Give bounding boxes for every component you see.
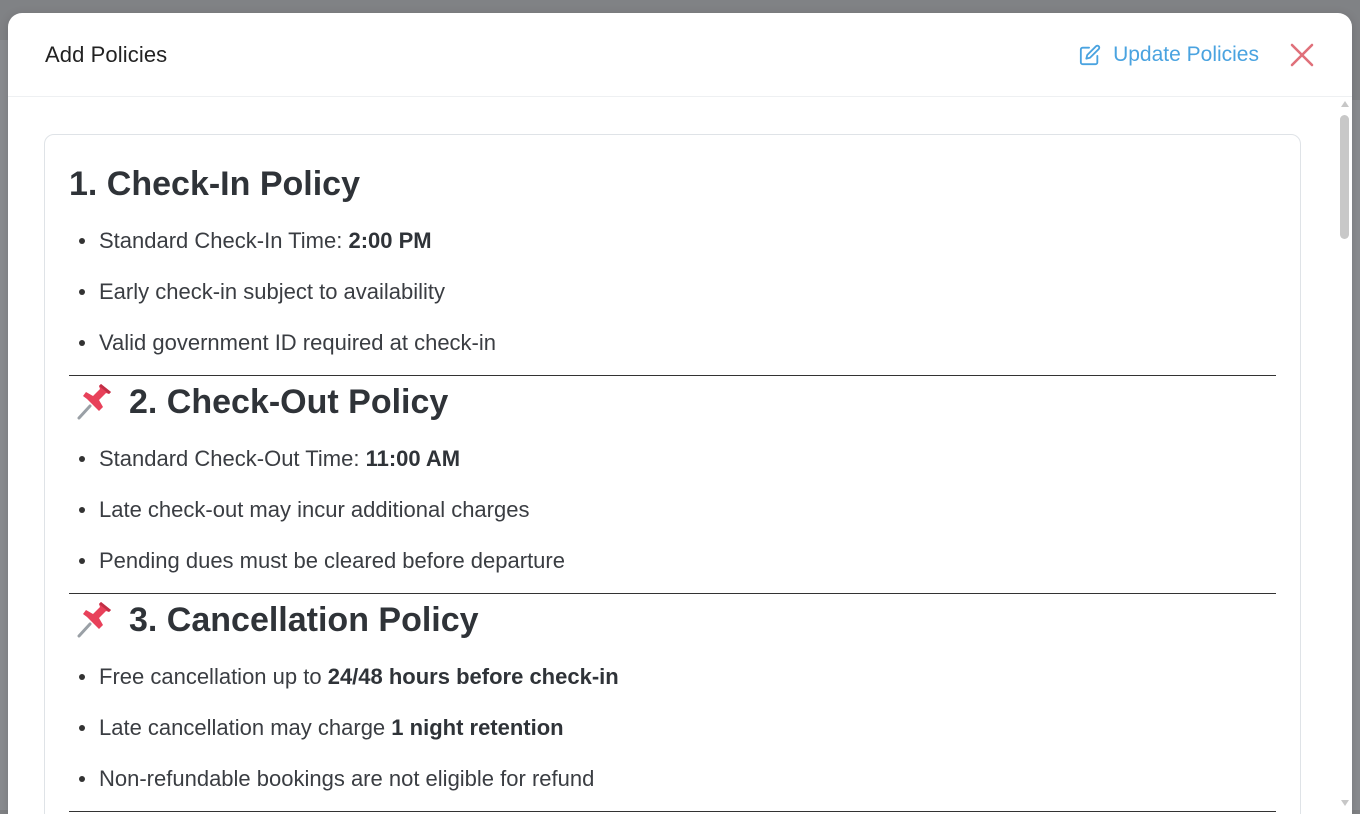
item-text: Standard Check-In Time:	[99, 228, 349, 253]
list-item: Valid government ID required at check-in	[79, 317, 1276, 368]
header-actions: Update Policies	[1079, 42, 1315, 68]
item-bold: 1 night retention	[391, 715, 564, 740]
scrollbar-thumb[interactable]	[1340, 115, 1349, 239]
policy-heading-text: 2. Check-Out Policy	[129, 382, 449, 421]
item-bold: 24/48 hours before check-in	[327, 664, 619, 689]
list-item: Late cancellation may charge 1 night ret…	[79, 702, 1276, 753]
item-text: Late cancellation may charge	[99, 715, 392, 740]
item-text: Non-refundable bookings are not eligible…	[99, 766, 595, 791]
policy-heading-text: 3. Cancellation Policy	[129, 600, 479, 639]
close-icon	[1290, 43, 1314, 66]
policy-list: Standard Check-Out Time: 11:00 AM Late c…	[69, 433, 1276, 586]
list-item: Pending dues must be cleared before depa…	[79, 535, 1276, 586]
policies-card: 1. Check-In Policy Standard Check-In Tim…	[44, 134, 1301, 814]
scroll-down-arrow-icon[interactable]	[1341, 800, 1349, 806]
policy-heading-text: 1. Check-In Policy	[69, 164, 360, 203]
vertical-scrollbar[interactable]	[1340, 101, 1350, 806]
policy-list: Standard Check-In Time: 2:00 PM Early ch…	[69, 215, 1276, 368]
policy-section-cancellation: 3. Cancellation Policy Free cancellation…	[69, 597, 1276, 804]
item-bold: 2:00 PM	[348, 228, 432, 253]
list-item: Early check-in subject to availability	[79, 266, 1276, 317]
section-divider	[69, 593, 1276, 594]
item-text: Early check-in subject to availability	[99, 279, 446, 304]
section-divider	[69, 375, 1276, 376]
list-item: Late check-out may incur additional char…	[79, 484, 1276, 535]
item-text: Free cancellation up to	[99, 664, 328, 689]
list-item: Non-refundable bookings are not eligible…	[79, 753, 1276, 804]
pushpin-icon	[77, 384, 111, 420]
add-policies-modal: Add Policies Update Policies 1. Check-In…	[8, 13, 1352, 814]
update-policies-button[interactable]: Update Policies	[1079, 43, 1259, 67]
pushpin-icon	[77, 602, 111, 638]
list-item: Standard Check-In Time: 2:00 PM	[79, 215, 1276, 266]
list-item: Standard Check-Out Time: 11:00 AM	[79, 433, 1276, 484]
scroll-up-arrow-icon[interactable]	[1341, 101, 1349, 107]
modal-title: Add Policies	[45, 41, 168, 67]
policy-section-check-in: 1. Check-In Policy Standard Check-In Tim…	[69, 161, 1276, 368]
item-text: Valid government ID required at check-in	[99, 330, 497, 355]
close-button[interactable]	[1289, 42, 1315, 68]
policy-list: Free cancellation up to 24/48 hours befo…	[69, 651, 1276, 804]
modal-body: 1. Check-In Policy Standard Check-In Tim…	[8, 97, 1352, 814]
item-text: Standard Check-Out Time:	[99, 446, 366, 471]
item-text: Pending dues must be cleared before depa…	[99, 548, 565, 573]
policy-heading: 3. Cancellation Policy	[69, 597, 1276, 643]
update-policies-label: Update Policies	[1113, 42, 1259, 66]
modal-header: Add Policies Update Policies	[8, 13, 1352, 97]
policy-heading: 2. Check-Out Policy	[69, 379, 1276, 425]
section-divider	[69, 811, 1276, 812]
item-text: Late check-out may incur additional char…	[99, 497, 530, 522]
item-bold: 11:00 AM	[365, 446, 461, 471]
policy-section-check-out: 2. Check-Out Policy Standard Check-Out T…	[69, 379, 1276, 586]
edit-icon	[1079, 44, 1101, 65]
policy-heading: 1. Check-In Policy	[69, 161, 1276, 207]
list-item: Free cancellation up to 24/48 hours befo…	[79, 651, 1276, 702]
